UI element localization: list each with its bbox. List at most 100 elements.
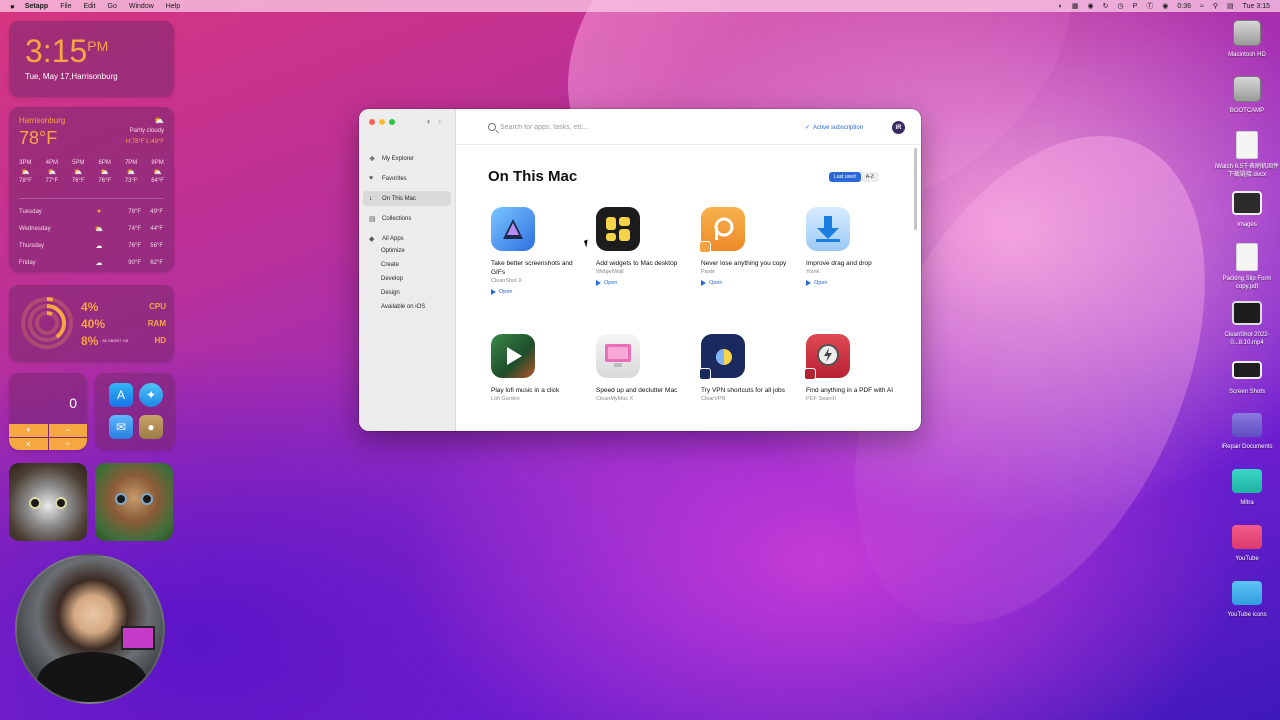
system-stats-widget[interactable]: 4% CPU 40% RAM 8% 86 GB/937 GB HD: [9, 285, 174, 362]
video-file-icon: [1232, 298, 1262, 328]
photo-widget-kitten[interactable]: [95, 463, 173, 541]
calculator-display: 0: [69, 395, 77, 411]
open-button[interactable]: Open: [491, 289, 586, 295]
weather-widget[interactable]: Harrisonburg ⛅ 78°F Partly cloudy H:78°F…: [9, 107, 174, 272]
menu-help[interactable]: Help: [166, 3, 180, 10]
status-icon[interactable]: ◐: [1059, 3, 1063, 10]
clock-widget[interactable]: 3:15PM Tue, May 17,Harrisonburg: [9, 21, 174, 97]
folder-icon: [1232, 466, 1262, 496]
clock-icon[interactable]: ◷: [1118, 2, 1124, 10]
app-card-clearvpn[interactable]: Try VPN shortcuts for all jobs ClearVPN: [699, 334, 796, 402]
app-card-lofi-garden[interactable]: Play lofi music in a click Lofi Garden: [491, 334, 586, 402]
safari-icon[interactable]: ✦: [139, 383, 163, 407]
open-button[interactable]: Open: [701, 280, 796, 286]
setapp-badge-icon: [699, 368, 711, 380]
photo-widget-cat[interactable]: [9, 463, 87, 541]
menu-edit[interactable]: Edit: [83, 3, 95, 10]
zoom-button[interactable]: [389, 119, 395, 125]
subscription-status[interactable]: ✓ Active subscription: [805, 124, 863, 132]
desktop-icon-mitra[interactable]: Mitra: [1212, 466, 1280, 507]
menu-setapp[interactable]: Setapp: [25, 3, 48, 10]
widgetwall-icon: [596, 207, 640, 251]
main-panel: ✓ Active subscription iR On This Mac Las…: [456, 109, 921, 431]
sidebar-sub-create[interactable]: Create: [381, 262, 399, 268]
cloud-icon: ⛅: [94, 225, 104, 233]
cleanshot-icon: [491, 207, 535, 251]
menu-file[interactable]: File: [60, 3, 71, 10]
weather-hilo: H:78°F L:49°F: [125, 139, 164, 145]
menu-clock[interactable]: Tue 3:15: [1243, 3, 1270, 10]
desktop-icon-images[interactable]: Images: [1212, 188, 1280, 229]
sidebar-sub-optimize[interactable]: Optimize: [381, 248, 405, 254]
sidebar-item-collections[interactable]: ▤ Collections: [363, 211, 451, 226]
desktop-icon-youtube-icons[interactable]: YouTube icons: [1212, 578, 1280, 619]
search-icon[interactable]: ⚲: [1213, 2, 1218, 10]
back-arrow-icon[interactable]: ‹: [427, 116, 430, 126]
menu-window[interactable]: Window: [129, 3, 154, 10]
ram-stat: 40% RAM: [81, 316, 166, 331]
sidebar-item-on-this-mac[interactable]: ↓ On This Mac: [363, 191, 451, 206]
minus-key[interactable]: −: [48, 424, 87, 437]
sidebar-item-all-apps[interactable]: ◆ All Apps: [363, 231, 451, 246]
desktop-icon-cleanshot-video[interactable]: CleanShot 2022-0...8.10.mp4: [1212, 298, 1280, 347]
sidebar-item-favorites[interactable]: ♥ Favorites: [363, 171, 451, 186]
sidebar-sub-develop[interactable]: Develop: [381, 276, 403, 282]
app-store-icon[interactable]: A: [109, 383, 133, 407]
close-button[interactable]: [369, 119, 375, 125]
open-button[interactable]: Open: [806, 280, 901, 286]
grid-icon[interactable]: ▦: [1072, 2, 1079, 10]
contacts-icon[interactable]: ●: [139, 415, 163, 439]
app-card-paste[interactable]: Never lose anything you copy Paste Open: [699, 207, 796, 286]
m-icon[interactable]: Ⓣ: [1146, 1, 1153, 11]
control-center-icon[interactable]: ▤: [1227, 2, 1234, 10]
p-icon[interactable]: P: [1133, 3, 1138, 10]
minimize-button[interactable]: [379, 119, 385, 125]
sidebar-item-my-explorer[interactable]: ❖ My Explorer: [363, 151, 451, 166]
desktop-icon-packing-slip[interactable]: Packing Slip Form copy.pdf: [1212, 242, 1280, 291]
apple-menu-icon[interactable]: ●: [10, 2, 15, 11]
cpu-stat: 4% CPU: [81, 299, 166, 314]
calculator-widget[interactable]: 0 + − × ÷: [9, 373, 87, 450]
desktop-icon-docx[interactable]: iWatch 6.5千表刷机固件下载链接.docx: [1212, 130, 1280, 179]
forward-arrow-icon[interactable]: ›: [438, 116, 441, 126]
menu-go[interactable]: Go: [108, 3, 117, 10]
search-input[interactable]: [500, 121, 700, 134]
hd-stat: 8% 86 GB/937 GB HD: [81, 333, 166, 348]
record-icon[interactable]: ◉: [1162, 2, 1168, 10]
status-icon[interactable]: ◉: [1088, 2, 1094, 10]
desktop-icon-bootcamp[interactable]: BOOTCAMP: [1212, 74, 1280, 115]
divide-key[interactable]: ÷: [48, 437, 87, 450]
cloud-icon: ☁: [95, 242, 103, 250]
desktop-icon-irepair[interactable]: iRepair Documents: [1212, 410, 1280, 451]
mail-icon[interactable]: ✉: [109, 415, 133, 439]
app-card-cleanshot[interactable]: Take better screenshots and GIFs CleanSh…: [491, 207, 586, 295]
divider: [19, 198, 164, 199]
paste-icon: [699, 207, 745, 253]
sidebar-sub-design[interactable]: Design: [381, 290, 400, 296]
plus-key[interactable]: +: [9, 424, 48, 437]
wifi-icon[interactable]: ≈: [1200, 3, 1204, 10]
sort-last-used[interactable]: Last used: [829, 172, 861, 182]
scrollbar[interactable]: [914, 148, 917, 230]
sort-a-z[interactable]: A-Z: [861, 172, 879, 182]
sidebar-sub-available-ios[interactable]: Available on iOS: [381, 304, 425, 310]
desktop-icon-screen-shots[interactable]: Screen Shots: [1212, 355, 1280, 396]
desktop-icon-macintosh-hd[interactable]: Macintosh HD: [1212, 18, 1280, 59]
app-card-yoink[interactable]: Improve drag and drop Yoink Open: [806, 207, 901, 286]
toolbar: ✓ Active subscription iR: [456, 109, 921, 145]
diamond-icon: ◆: [369, 235, 375, 243]
weather-day: Thursday ☁ 76°F 56°F: [19, 242, 163, 250]
sync-icon[interactable]: ↻: [1103, 2, 1109, 10]
pdf-search-icon: [804, 334, 850, 380]
open-button[interactable]: Open: [596, 280, 691, 286]
app-card-widgetwall[interactable]: Add widgets to Mac desktop WidgetWall Op…: [596, 207, 691, 286]
app-card-cleanmymac[interactable]: Speed up and declutter Mac CleanMyMac X: [596, 334, 691, 402]
folder-icon: ▤: [369, 215, 376, 223]
app-title: Try VPN shortcuts for all jobs: [701, 387, 785, 394]
play-icon: [491, 289, 496, 295]
app-card-pdf-search[interactable]: Find anything in a PDF with AI PDF Searc…: [804, 334, 901, 402]
avatar[interactable]: iR: [892, 121, 905, 134]
desktop-icon-youtube[interactable]: YouTube: [1212, 522, 1280, 563]
multiply-key[interactable]: ×: [9, 437, 48, 450]
clock-date: Tue, May 17,Harrisonburg: [25, 72, 118, 81]
